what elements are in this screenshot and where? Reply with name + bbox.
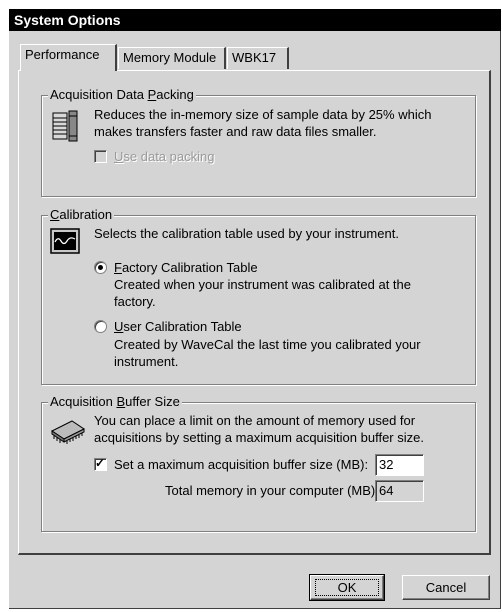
- tab-memory-module[interactable]: Memory Module: [118, 47, 226, 69]
- data-packing-desc-1: Reduces the in-memory size of sample dat…: [94, 107, 432, 122]
- calibration-group: Calibration Selects the calibration tabl…: [41, 207, 476, 385]
- max-buffer-checkbox[interactable]: ✓: [94, 456, 107, 471]
- cancel-button[interactable]: Cancel: [402, 575, 490, 600]
- data-packing-icon: [52, 110, 78, 142]
- radio-selected-dot: [98, 265, 103, 270]
- performance-panel: Acquisition Data Packing Reduces the in-…: [18, 70, 491, 555]
- tab-wbk17[interactable]: WBK17: [227, 47, 289, 69]
- total-memory-value: 64: [375, 480, 424, 502]
- data-packing-desc-2: makes transfers faster and raw data file…: [94, 124, 377, 139]
- checkmark-icon: ✓: [95, 456, 106, 470]
- data-packing-group: Acquisition Data Packing Reduces the in-…: [41, 87, 476, 197]
- dialog-title: System Options: [9, 9, 501, 31]
- calibration-legend: Calibration: [48, 207, 115, 223]
- factory-calibration-desc-1: Created when your instrument was calibra…: [114, 277, 411, 292]
- factory-calibration-desc-2: factory.: [114, 294, 156, 309]
- ok-button[interactable]: OK: [309, 574, 385, 601]
- user-calibration-desc-1: Created by WaveCal the last time you cal…: [114, 337, 421, 352]
- use-data-packing-label: Use data packing: [114, 149, 215, 164]
- data-packing-legend: Acquisition Data Packing: [48, 87, 196, 103]
- buffer-size-group: Acquisition Buffer Size You can place a …: [41, 394, 476, 532]
- memory-chip-icon: [51, 420, 85, 444]
- factory-calibration-radio[interactable]: [94, 261, 107, 274]
- calibration-desc: Selects the calibration table used by yo…: [94, 226, 399, 241]
- max-buffer-input[interactable]: 32: [375, 454, 424, 476]
- buffer-size-desc-2: acquisitions by setting a maximum acquis…: [94, 430, 424, 445]
- oscilloscope-icon: [50, 228, 80, 254]
- buffer-size-legend: Acquisition Buffer Size: [48, 394, 182, 410]
- factory-calibration-label: Factory Calibration Table: [114, 260, 258, 275]
- total-memory-label: Total memory in your computer (MB):: [165, 483, 379, 498]
- tab-performance[interactable]: Performance: [20, 44, 117, 71]
- max-buffer-label: Set a maximum acquisition buffer size (M…: [114, 457, 369, 472]
- ok-button-label: OK: [314, 579, 380, 596]
- user-calibration-label: User Calibration Table: [114, 319, 242, 334]
- user-calibration-radio[interactable]: [94, 320, 107, 333]
- use-data-packing-checkbox[interactable]: [94, 150, 107, 163]
- user-calibration-desc-2: instrument.: [114, 354, 179, 369]
- system-options-dialog: System Options Performance Memory Module…: [9, 9, 501, 609]
- buffer-size-desc-1: You can place a limit on the amount of m…: [94, 413, 416, 428]
